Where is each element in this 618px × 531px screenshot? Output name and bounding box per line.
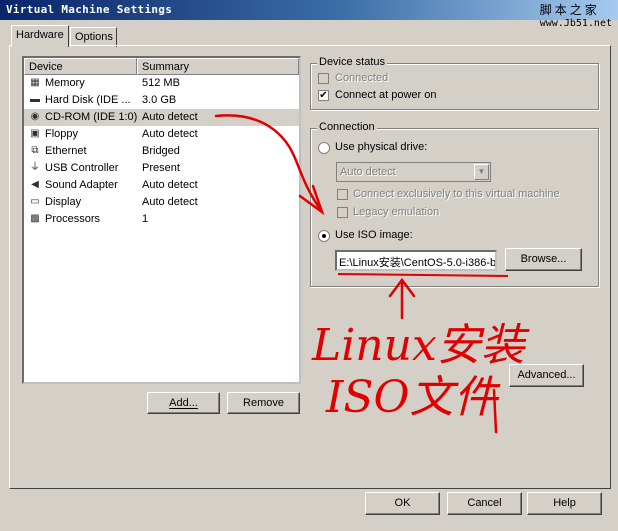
hard-disk-icon: ▬ [30, 94, 40, 105]
floppy-icon: ▣ [30, 128, 40, 139]
cancel-button-label: Cancel [467, 497, 502, 509]
device-row[interactable]: ▭ Display Auto detect [24, 194, 299, 211]
remove-button-label: Remove [243, 397, 284, 409]
legacy-emulation-checkbox[interactable] [337, 207, 348, 218]
browse-button-label: Browse... [520, 253, 567, 265]
tab-hardware-label: Hardware [16, 29, 64, 41]
watermark-line2: www.Jb51.net [539, 18, 612, 29]
connect-at-power-on-label: Connect at power on [335, 89, 437, 101]
device-summary: 3.0 GB [142, 94, 177, 106]
connection-label: Connection [317, 121, 377, 133]
device-summary: Auto detect [142, 196, 198, 208]
device-summary: Auto detect [142, 111, 198, 123]
device-name: Floppy [45, 128, 79, 140]
device-name: Display [45, 196, 82, 208]
drive-select-value: Auto detect [340, 166, 396, 178]
memory-icon: ▦ [30, 77, 40, 88]
window-title: Virtual Machine Settings [6, 3, 173, 16]
device-row[interactable]: ◉ CD-ROM (IDE 1:0) Auto detect [24, 109, 299, 126]
connect-exclusively-label: Connect exclusively to this virtual mach… [353, 188, 560, 200]
device-row[interactable]: ⧉ Ethernet Bridged [24, 143, 299, 160]
device-status-group: Device status [310, 56, 599, 110]
device-summary: Present [142, 162, 180, 174]
remove-button[interactable]: Remove [227, 392, 300, 414]
device-row[interactable]: ▣ Floppy Auto detect [24, 126, 299, 143]
drive-select[interactable]: Auto detect ▼ [336, 162, 491, 182]
device-row[interactable]: ▩ Processors 1 [24, 211, 299, 228]
use-physical-drive-radio[interactable] [318, 142, 330, 154]
device-summary: 1 [142, 213, 149, 225]
connect-exclusively-checkbox[interactable] [337, 189, 348, 200]
use-physical-drive-label: Use physical drive: [335, 141, 428, 153]
device-row[interactable]: ▦ Memory 512 MB [24, 75, 299, 92]
device-summary: 512 MB [142, 77, 180, 89]
device-status-label: Device status [317, 56, 388, 68]
help-button[interactable]: Help [527, 492, 602, 515]
advanced-button-label: Advanced... [517, 369, 576, 381]
cdrom-icon: ◉ [30, 111, 40, 122]
device-name: Hard Disk (IDE ... [45, 94, 131, 106]
device-summary: Bridged [142, 145, 180, 157]
column-header-device[interactable]: Device [24, 58, 137, 75]
device-name: USB Controller [45, 162, 119, 174]
tab-options[interactable]: Options [70, 27, 117, 47]
ok-button-label: OK [394, 497, 411, 509]
device-name: Processors [45, 213, 101, 225]
device-summary: Auto detect [142, 128, 198, 140]
device-name: Memory [45, 77, 85, 89]
column-header-summary-label: Summary [142, 61, 190, 73]
device-name: Ethernet [45, 145, 87, 157]
browse-button[interactable]: Browse... [505, 248, 582, 271]
tab-hardware[interactable]: Hardware [11, 25, 69, 47]
device-row[interactable]: ▬ Hard Disk (IDE ... 3.0 GB [24, 92, 299, 109]
cancel-button[interactable]: Cancel [447, 492, 522, 515]
connect-at-power-on-checkbox[interactable]: ✔ [318, 90, 329, 101]
title-bar[interactable]: Virtual Machine Settings 脚本之家 www.Jb51.n… [0, 0, 618, 29]
cpu-icon: ▩ [30, 213, 40, 224]
chevron-down-icon[interactable]: ▼ [474, 164, 489, 180]
device-row[interactable]: ⏚ USB Controller Present [24, 160, 299, 177]
help-button-label: Help [553, 497, 576, 509]
column-header-summary[interactable]: Summary [137, 58, 299, 75]
connected-label: Connected [335, 72, 389, 84]
tab-options-label: Options [75, 31, 113, 43]
speaker-icon: ◀ [31, 179, 39, 190]
add-button[interactable]: Add... [147, 392, 220, 414]
watermark-line1: 脚本之家 [539, 3, 600, 17]
connected-checkbox[interactable] [318, 73, 329, 84]
usb-icon: ⏚ [30, 162, 40, 173]
use-iso-image-radio[interactable] [318, 230, 330, 242]
use-iso-image-label: Use ISO image: [335, 229, 413, 241]
device-summary: Auto detect [142, 179, 198, 191]
iso-path-input[interactable]: E:\Linux安装\CentOS-5.0-i386-b [335, 250, 497, 271]
device-name: CD-ROM (IDE 1:0) [45, 111, 138, 123]
network-icon: ⧉ [31, 145, 39, 156]
ok-button[interactable]: OK [365, 492, 440, 515]
column-header-device-label: Device [29, 61, 63, 73]
device-list[interactable]: Device Summary ▦ Memory 512 MB ▬ Hard Disk (… [22, 56, 301, 384]
device-name: Sound Adapter [45, 179, 118, 191]
legacy-emulation-label: Legacy emulation [353, 206, 440, 218]
add-button-label: Add... [169, 397, 198, 409]
monitor-icon: ▭ [30, 196, 40, 207]
watermark: 脚本之家 www.Jb51.net [540, 3, 612, 31]
advanced-button[interactable]: Advanced... [509, 364, 584, 387]
device-row[interactable]: ◀ Sound Adapter Auto detect [24, 177, 299, 194]
